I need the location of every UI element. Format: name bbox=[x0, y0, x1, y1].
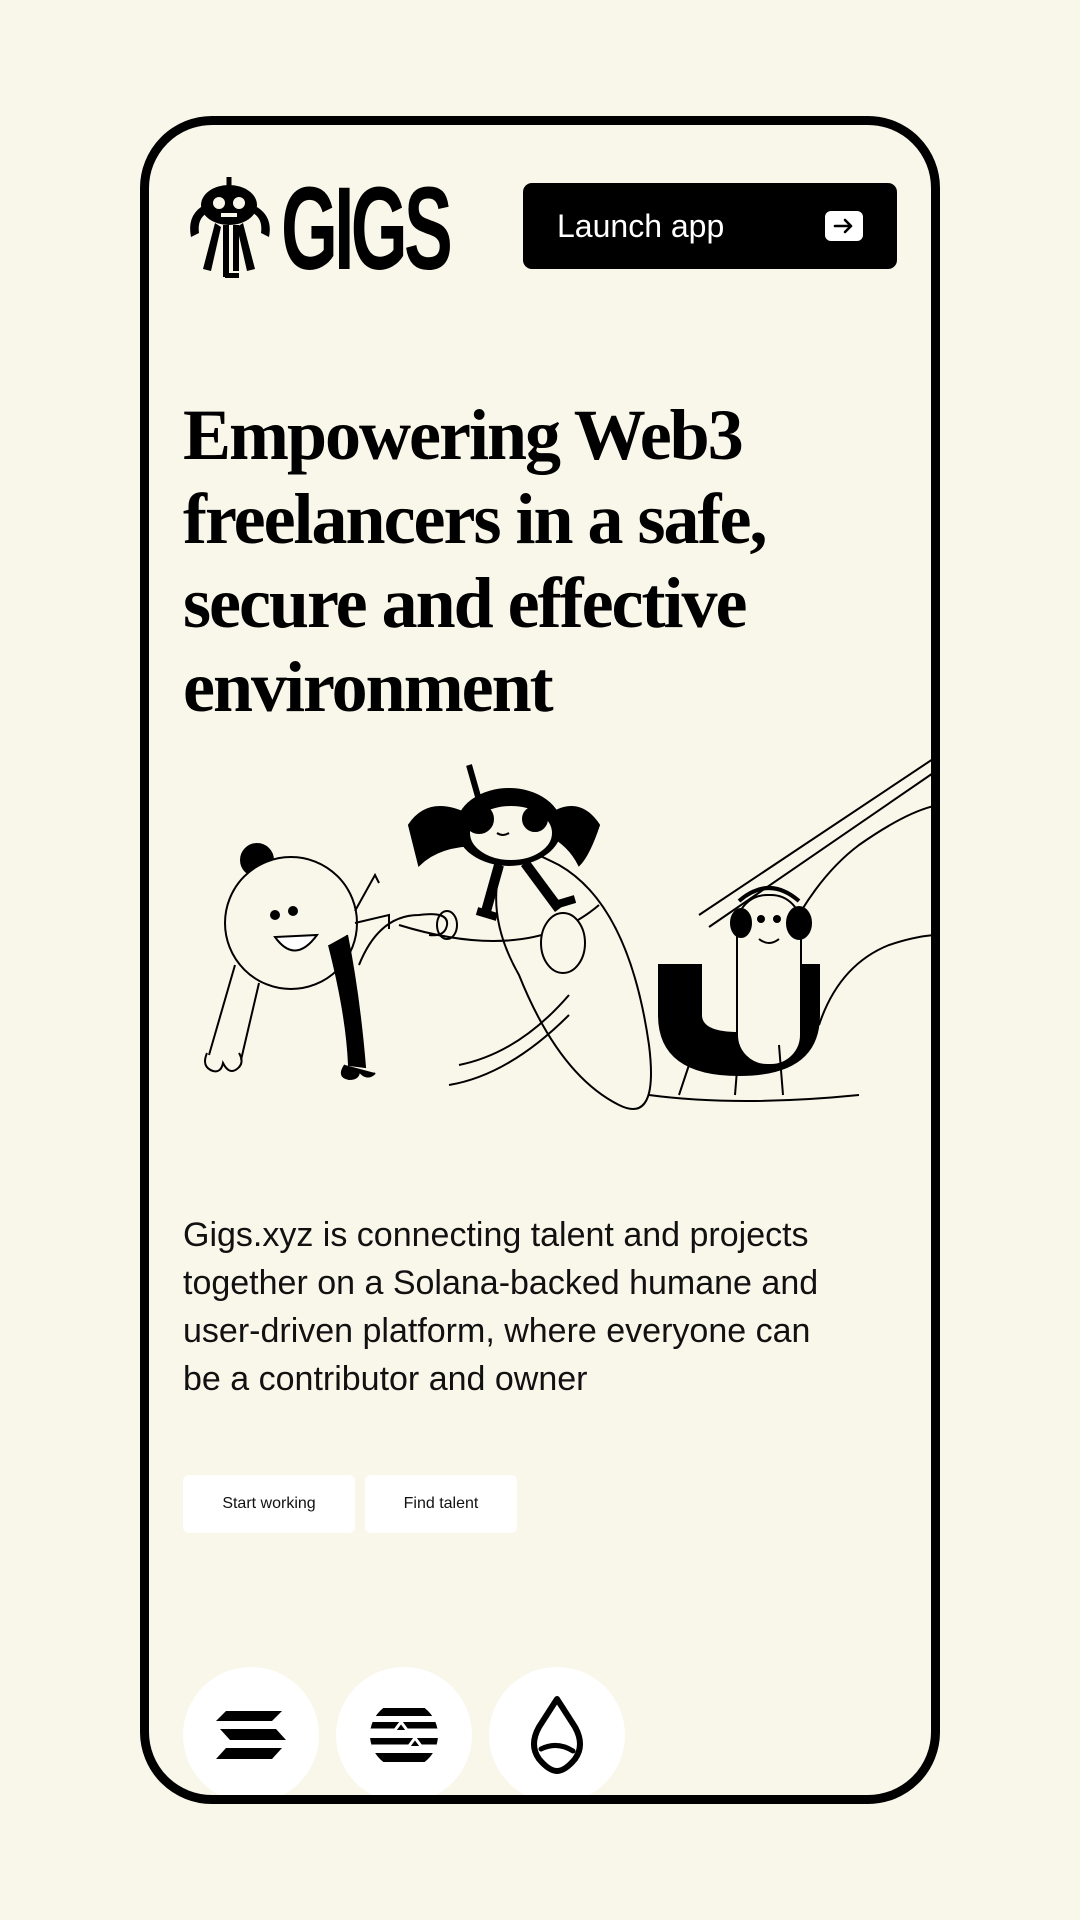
headline-line: secure and effective bbox=[183, 563, 747, 643]
description-line: be a contributor and owner bbox=[183, 1360, 588, 1398]
launch-app-button[interactable]: Launch app bbox=[523, 183, 897, 269]
headline-line: freelancers in a safe, bbox=[183, 479, 767, 559]
headline-line: Empowering Web3 bbox=[183, 395, 744, 475]
start-working-button[interactable]: Start working bbox=[183, 1475, 355, 1533]
gigs-logo[interactable]: GIGS bbox=[185, 170, 552, 288]
find-talent-button[interactable]: Find talent bbox=[365, 1475, 517, 1533]
partner-badge-sui bbox=[489, 1667, 625, 1795]
mascot-logo-icon bbox=[190, 177, 270, 278]
phone-frame: GIGS Launch app Empowering Web3 freelanc… bbox=[140, 116, 940, 1804]
launch-app-label: Launch app bbox=[557, 207, 725, 244]
partner-badge-solana bbox=[183, 1667, 319, 1795]
solana-icon bbox=[216, 1711, 286, 1759]
description-line: Gigs.xyz is connecting talent and projec… bbox=[183, 1216, 809, 1254]
hero-headline: Empowering Web3 freelancers in a safe, s… bbox=[183, 393, 883, 729]
characters-illustration bbox=[204, 759, 931, 1110]
brand-wordmark: GIGS bbox=[281, 163, 453, 295]
description-line: user-driven platform, where everyone can bbox=[183, 1312, 811, 1350]
hero-description: Gigs.xyz is connecting talent and projec… bbox=[183, 1211, 883, 1403]
arrow-right-icon bbox=[825, 211, 863, 241]
aptos-icon bbox=[370, 1708, 438, 1762]
description-line: together on a Solana-backed humane and bbox=[183, 1264, 819, 1302]
sui-icon bbox=[531, 1696, 583, 1774]
partner-badge-aptos bbox=[336, 1667, 472, 1795]
